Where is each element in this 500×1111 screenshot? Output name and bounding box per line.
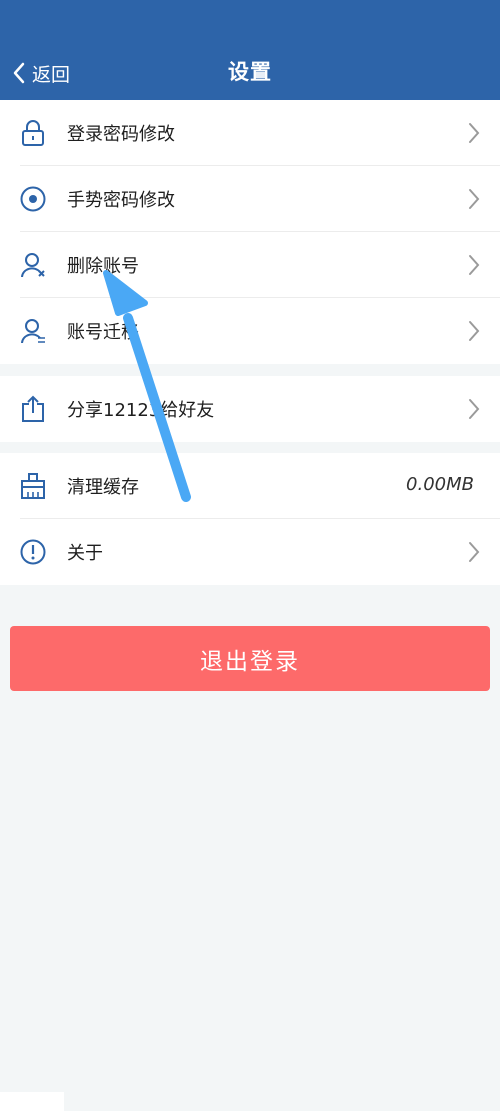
chevron-right-icon bbox=[469, 399, 480, 419]
broom-icon bbox=[21, 473, 45, 499]
settings-group-misc: 清理缓存 0.00MB 关于 bbox=[0, 453, 500, 585]
settings-item-about[interactable]: 关于 bbox=[0, 519, 500, 585]
chevron-right-icon bbox=[469, 321, 480, 341]
settings-item-gesture-password[interactable]: 手势密码修改 bbox=[0, 166, 500, 232]
info-icon bbox=[20, 539, 46, 565]
settings-item-delete-account[interactable]: 删除账号 bbox=[0, 232, 500, 298]
settings-item-label: 分享12123给好友 bbox=[67, 400, 215, 421]
corner-patch bbox=[0, 1092, 64, 1111]
nav-header: 返回 设置 bbox=[0, 0, 500, 100]
settings-item-login-password[interactable]: 登录密码修改 bbox=[0, 100, 500, 166]
logout-button[interactable]: 退出登录 bbox=[10, 626, 490, 691]
page-title: 设置 bbox=[228, 60, 272, 84]
chevron-right-icon bbox=[469, 123, 480, 143]
settings-item-label: 删除账号 bbox=[67, 256, 139, 277]
settings-item-account-migration[interactable]: 账号迁移 bbox=[0, 298, 500, 364]
chevron-right-icon bbox=[469, 255, 480, 275]
settings-item-label: 账号迁移 bbox=[67, 322, 139, 343]
settings-item-clear-cache[interactable]: 清理缓存 0.00MB bbox=[0, 453, 500, 519]
user-delete-icon bbox=[21, 253, 45, 278]
chevron-right-icon bbox=[469, 542, 480, 562]
share-icon bbox=[22, 395, 44, 422]
settings-item-share[interactable]: 分享12123给好友 bbox=[0, 376, 500, 442]
lock-icon bbox=[22, 120, 44, 146]
chevron-right-icon bbox=[469, 189, 480, 209]
settings-item-label: 关于 bbox=[67, 543, 103, 564]
settings-item-label: 清理缓存 bbox=[67, 477, 139, 498]
gesture-icon bbox=[20, 186, 46, 212]
user-migrate-icon bbox=[21, 319, 45, 344]
cache-size-value: 0.00MB bbox=[406, 474, 474, 495]
settings-group-security: 登录密码修改 手势密码修改 删除账号 账号迁移 bbox=[0, 100, 500, 364]
settings-item-label: 手势密码修改 bbox=[67, 190, 175, 211]
settings-item-label: 登录密码修改 bbox=[67, 124, 175, 145]
settings-group-share: 分享12123给好友 bbox=[0, 376, 500, 442]
